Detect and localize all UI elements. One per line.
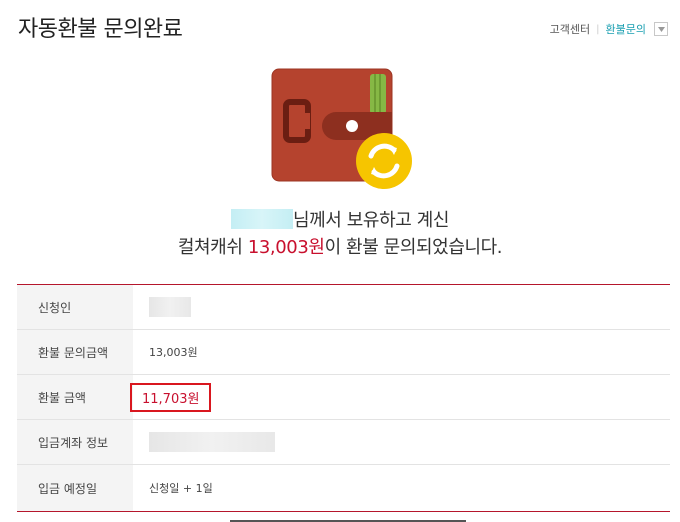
- table-row: 환불 문의금액 13,003원: [17, 330, 670, 375]
- refund-amount-value: 11,703원: [130, 382, 212, 412]
- inquiry-amount-label: 환불 문의금액: [17, 330, 133, 374]
- top-nav: 고객센터 | 환불문의: [550, 21, 668, 37]
- masked-username: [230, 209, 293, 229]
- message-line-2: 컬쳐캐쉬 13,003원이 환불 문의되었습니다.: [0, 234, 680, 261]
- account-value: [133, 420, 670, 464]
- message-line2-prefix: 컬쳐캐쉬: [177, 237, 248, 258]
- chevron-down-icon: [657, 26, 665, 32]
- refund-info-table: 신청인 환불 문의금액 13,003원 환불 금액 11,703원 입금계좌 정…: [17, 284, 670, 512]
- nav-dropdown-button[interactable]: [654, 22, 668, 36]
- applicant-label: 신청인: [17, 285, 133, 329]
- customer-center-link[interactable]: 고객센터: [550, 21, 590, 37]
- inquiry-amount-value: 13,003원: [149, 346, 198, 359]
- message-line-1: 님께서 보유하고 계신: [0, 207, 680, 234]
- nav-separator: |: [596, 23, 600, 35]
- account-label: 입금계좌 정보: [17, 420, 133, 464]
- applicant-value: [133, 285, 670, 329]
- refund-inquiry-link[interactable]: 환불문의: [606, 21, 646, 37]
- refund-amount-label: 환불 금액: [17, 375, 133, 419]
- masked-applicant: [149, 297, 191, 317]
- message-line2-suffix: 이 환불 문의되었습니다.: [324, 237, 503, 258]
- table-row: 환불 금액 11,703원: [17, 375, 670, 420]
- masked-account: [149, 432, 275, 452]
- refund-amount-cell: 11,703원: [130, 375, 670, 419]
- message-line1-text: 님께서 보유하고 계신: [292, 210, 450, 231]
- completion-message: 님께서 보유하고 계신 컬쳐캐쉬 13,003원이 환불 문의되었습니다.: [0, 207, 680, 261]
- wallet-illustration: [270, 66, 416, 192]
- page-title: 자동환불 문의완료: [18, 17, 183, 42]
- deposit-date-label: 입금 예정일: [17, 465, 133, 511]
- table-row: 신청인: [17, 285, 670, 330]
- deposit-date-value: 신청일 + 1일: [149, 482, 213, 495]
- table-row: 입금 예정일 신청일 + 1일: [17, 465, 670, 511]
- message-amount: 13,003원: [247, 237, 325, 258]
- table-row: 입금계좌 정보: [17, 420, 670, 465]
- wallet-icon: [271, 68, 412, 189]
